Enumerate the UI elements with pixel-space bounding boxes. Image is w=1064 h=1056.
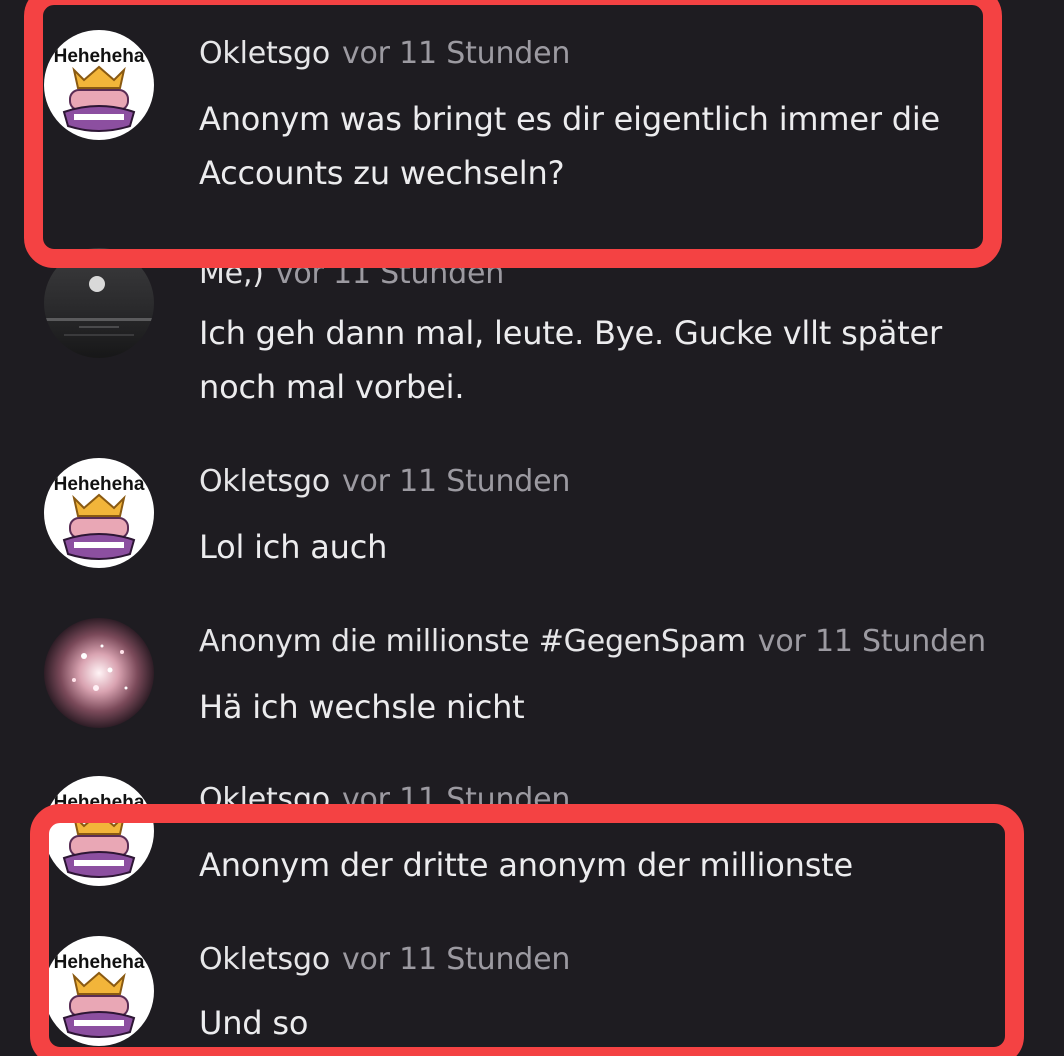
comment-line: Lol ich auch — [199, 528, 388, 566]
crown-king-avatar[interactable]: Heheheha — [44, 936, 154, 1046]
comment-meta: Me,) vor 11 Stunden — [199, 256, 504, 291]
author-name[interactable]: Anonym die millionste #GegenSpam — [199, 624, 746, 659]
comment-line: Anonym was bringt es dir eigentlich imme… — [199, 100, 941, 138]
timestamp: vor 11 Stunden — [341, 782, 571, 817]
comment-item: Heheheha Okletsgo vor 11 Stunden Anonym w… — [0, 20, 1064, 192]
sparkle-avatar[interactable] — [44, 618, 154, 728]
timestamp: vor 11 Stunden — [341, 36, 571, 71]
comment-meta: Okletsgo vor 11 Stunden — [199, 464, 570, 499]
svg-text:Heheheha: Heheheha — [54, 474, 145, 495]
comment-line: Anonym der dritte anonym der millionste — [199, 846, 854, 884]
comment-meta: Okletsgo vor 11 Stunden — [199, 942, 570, 977]
moon-night-avatar[interactable] — [44, 248, 154, 358]
crown-king-avatar[interactable]: Heheheha — [44, 30, 154, 140]
comment-line: Ich geh dann mal, leute. Bye. Gucke vllt… — [199, 314, 942, 352]
timestamp: vor 11 Stunden — [757, 624, 987, 659]
svg-text:Heheheha: Heheheha — [54, 952, 145, 973]
comment-line: Und so — [199, 1004, 309, 1042]
svg-text:Heheheha: Heheheha — [54, 792, 145, 813]
comment-line: noch mal vorbei. — [199, 368, 465, 406]
comment-item: Me,) vor 11 Stunden Ich geh dann mal, leu… — [0, 240, 1064, 406]
crown-king-avatar[interactable]: Heheheha — [44, 458, 154, 568]
timestamp: vor 11 Stunden — [341, 464, 571, 499]
author-name[interactable]: Me,) — [199, 256, 264, 291]
crown-king-avatar[interactable]: Heheheha — [44, 776, 154, 886]
svg-text:Heheheha: Heheheha — [54, 46, 145, 67]
comment-meta: Anonym die millionste #GegenSpam vor 11 S… — [199, 624, 986, 659]
comment-meta: Okletsgo vor 11 Stunden — [199, 36, 570, 71]
author-name[interactable]: Okletsgo — [199, 782, 330, 817]
comment-item: Heheheha Okletsgo vor 11 Stunden Anonym d… — [0, 770, 1064, 930]
comment-meta: Okletsgo vor 11 Stunden — [199, 782, 570, 817]
comment-item: Heheheha Okletsgo vor 11 Stunden Und so — [0, 928, 1064, 1056]
timestamp: vor 11 Stunden — [275, 256, 505, 291]
timestamp: vor 11 Stunden — [341, 942, 571, 977]
comment-item: Anonym die millionste #GegenSpam vor 11 S… — [0, 608, 1064, 768]
comment-item: Heheheha Okletsgo vor 11 Stunden Lol ich … — [0, 448, 1064, 608]
comment-line: Accounts zu wechseln? — [199, 154, 565, 192]
author-name[interactable]: Okletsgo — [199, 464, 330, 499]
author-name[interactable]: Okletsgo — [199, 942, 330, 977]
author-name[interactable]: Okletsgo — [199, 36, 330, 71]
comment-line: Hä ich wechsle nicht — [199, 688, 525, 726]
